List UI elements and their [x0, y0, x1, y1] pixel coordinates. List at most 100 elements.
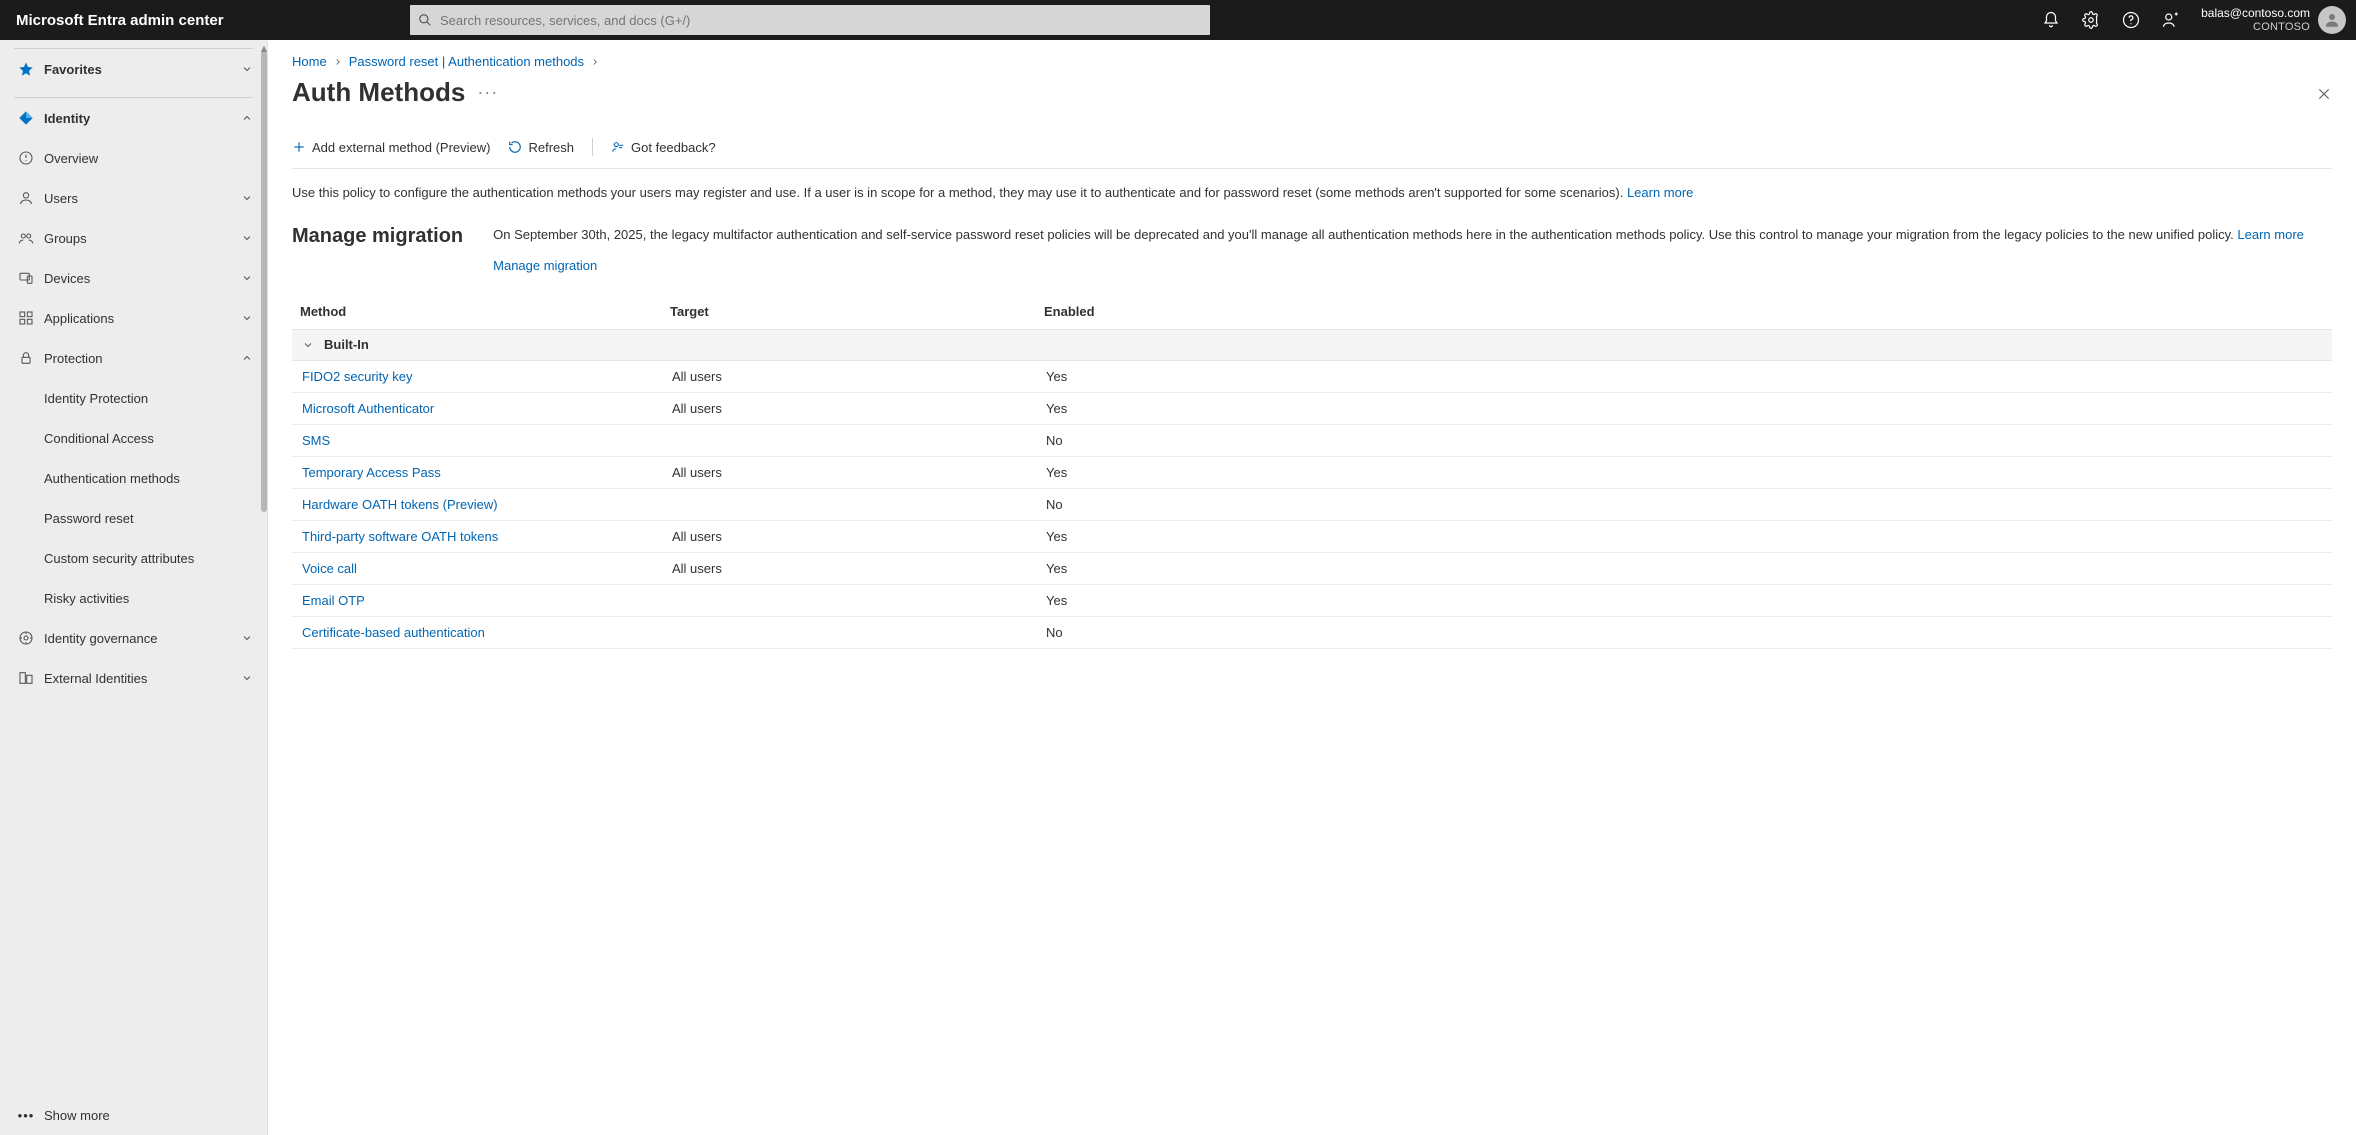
- account-menu[interactable]: balas@contoso.com CONTOSO: [2191, 0, 2356, 40]
- method-link[interactable]: Temporary Access Pass: [302, 465, 441, 480]
- global-search[interactable]: [410, 5, 1210, 35]
- sidebar-item-label: External Identities: [44, 671, 147, 686]
- command-label: Got feedback?: [631, 140, 716, 155]
- brand-title: Microsoft Entra admin center: [16, 12, 410, 29]
- users-icon: [14, 190, 38, 206]
- sidebar-item-label: Risky activities: [44, 591, 129, 606]
- migration-body: On September 30th, 2025, the legacy mult…: [493, 225, 2304, 276]
- target-cell: All users: [672, 529, 1046, 544]
- feedback-button[interactable]: Got feedback?: [611, 140, 716, 155]
- enabled-cell: No: [1046, 433, 2332, 448]
- sidebar-item-identity-governance[interactable]: Identity governance: [0, 618, 267, 658]
- add-external-method-button[interactable]: Add external method (Preview): [292, 140, 490, 155]
- sidebar-identity-label: Identity: [44, 111, 90, 126]
- sidebar-subitem-password-reset[interactable]: Password reset: [0, 498, 267, 538]
- sidebar-show-more[interactable]: ••• Show more: [0, 1095, 267, 1135]
- sidebar-subitem-conditional-access[interactable]: Conditional Access: [0, 418, 267, 458]
- sidebar: Favorites Identity Overview: [0, 40, 268, 1135]
- table-group-builtin[interactable]: Built-In: [292, 329, 2332, 361]
- table-row[interactable]: Temporary Access Pass All usersYes: [292, 457, 2332, 489]
- identity-icon: [14, 110, 38, 126]
- governance-icon: [14, 630, 38, 646]
- target-cell: All users: [672, 465, 1046, 480]
- method-link[interactable]: FIDO2 security key: [302, 369, 413, 384]
- table-row[interactable]: SMS No: [292, 425, 2332, 457]
- sidebar-item-label: Custom security attributes: [44, 551, 194, 566]
- sidebar-item-applications[interactable]: Applications: [0, 298, 267, 338]
- sidebar-favorites-label: Favorites: [44, 62, 102, 77]
- table-row[interactable]: Hardware OATH tokens (Preview)No: [292, 489, 2332, 521]
- manage-migration-link[interactable]: Manage migration: [493, 258, 597, 273]
- table-row[interactable]: Email OTPYes: [292, 585, 2332, 617]
- settings-icon[interactable]: [2071, 0, 2111, 40]
- search-input[interactable]: [440, 5, 1210, 35]
- method-link[interactable]: SMS: [302, 433, 330, 448]
- enabled-cell: Yes: [1046, 401, 2332, 416]
- table-row[interactable]: Voice callAll usersYes: [292, 553, 2332, 585]
- feedback-icon[interactable]: [2151, 0, 2191, 40]
- chevron-down-icon: [241, 312, 253, 324]
- sidebar-subitem-risky-activities[interactable]: Risky activities: [0, 578, 267, 618]
- account-tenant: CONTOSO: [2201, 21, 2310, 33]
- table-row[interactable]: Certificate-based authenticationNo: [292, 617, 2332, 649]
- command-separator: [592, 138, 593, 156]
- command-label: Add external method (Preview): [312, 140, 490, 155]
- content-area: Home Password reset | Authentication met…: [268, 40, 2356, 1135]
- breadcrumb: Home Password reset | Authentication met…: [292, 54, 2332, 69]
- chevron-down-icon: [241, 192, 253, 204]
- sidebar-item-groups[interactable]: Groups: [0, 218, 267, 258]
- method-link[interactable]: Third-party software OATH tokens: [302, 529, 498, 544]
- method-link[interactable]: Voice call: [302, 561, 357, 576]
- chevron-down-icon: [302, 339, 314, 351]
- breadcrumb-password-reset[interactable]: Password reset | Authentication methods: [349, 54, 584, 69]
- protection-icon: [14, 350, 38, 366]
- migration-learn-more-link[interactable]: Learn more: [2237, 227, 2303, 242]
- table-row[interactable]: Microsoft Authenticator All usersYes: [292, 393, 2332, 425]
- sidebar-subitem-custom-security-attributes[interactable]: Custom security attributes: [0, 538, 267, 578]
- sidebar-favorites-header[interactable]: Favorites: [0, 49, 267, 89]
- sidebar-subitem-identity-protection[interactable]: Identity Protection: [0, 378, 267, 418]
- sidebar-item-label: Devices: [44, 271, 90, 286]
- sidebar-item-label: Applications: [44, 311, 114, 326]
- methods-table: Method Target Enabled Built-In FIDO2 sec…: [292, 294, 2332, 649]
- table-header-target: Target: [670, 304, 1044, 319]
- sidebar-identity-header[interactable]: Identity: [0, 98, 267, 138]
- close-blade-button[interactable]: [2316, 86, 2332, 102]
- enabled-cell: Yes: [1046, 369, 2332, 384]
- method-link[interactable]: Microsoft Authenticator: [302, 401, 434, 416]
- refresh-button[interactable]: Refresh: [508, 140, 574, 155]
- chevron-down-icon: [241, 632, 253, 644]
- breadcrumb-home[interactable]: Home: [292, 54, 327, 69]
- groups-icon: [14, 230, 38, 246]
- chevron-down-icon: [241, 672, 253, 684]
- method-link[interactable]: Hardware OATH tokens (Preview): [302, 497, 498, 512]
- migration-title: Manage migration: [292, 225, 463, 276]
- sidebar-item-external-identities[interactable]: External Identities: [0, 658, 267, 698]
- method-link[interactable]: Email OTP: [302, 593, 365, 608]
- help-icon[interactable]: [2111, 0, 2151, 40]
- sidebar-subitem-authentication-methods[interactable]: Authentication methods: [0, 458, 267, 498]
- method-link[interactable]: Certificate-based authentication: [302, 625, 485, 640]
- sidebar-scrollbar[interactable]: [261, 52, 267, 512]
- external-identities-icon: [14, 670, 38, 686]
- notifications-icon[interactable]: [2031, 0, 2071, 40]
- enabled-cell: Yes: [1046, 465, 2332, 480]
- table-row[interactable]: Third-party software OATH tokens All user…: [292, 521, 2332, 553]
- table-row[interactable]: FIDO2 security keyAll usersYes: [292, 361, 2332, 393]
- target-cell: All users: [672, 561, 1046, 576]
- chevron-down-icon: [241, 63, 253, 75]
- sidebar-item-label: Conditional Access: [44, 431, 154, 446]
- sidebar-item-label: Protection: [44, 351, 103, 366]
- table-header-method: Method: [300, 304, 670, 319]
- policy-learn-more-link[interactable]: Learn more: [1627, 185, 1693, 200]
- target-cell: All users: [672, 401, 1046, 416]
- page-more-actions[interactable]: ···: [477, 89, 498, 96]
- sidebar-item-users[interactable]: Users: [0, 178, 267, 218]
- table-header-enabled: Enabled: [1044, 304, 2332, 319]
- sidebar-item-devices[interactable]: Devices: [0, 258, 267, 298]
- migration-description: On September 30th, 2025, the legacy mult…: [493, 227, 2237, 242]
- sidebar-item-overview[interactable]: Overview: [0, 138, 267, 178]
- sidebar-item-protection[interactable]: Protection: [0, 338, 267, 378]
- sidebar-item-label: Identity Protection: [44, 391, 148, 406]
- table-header-row: Method Target Enabled: [292, 294, 2332, 329]
